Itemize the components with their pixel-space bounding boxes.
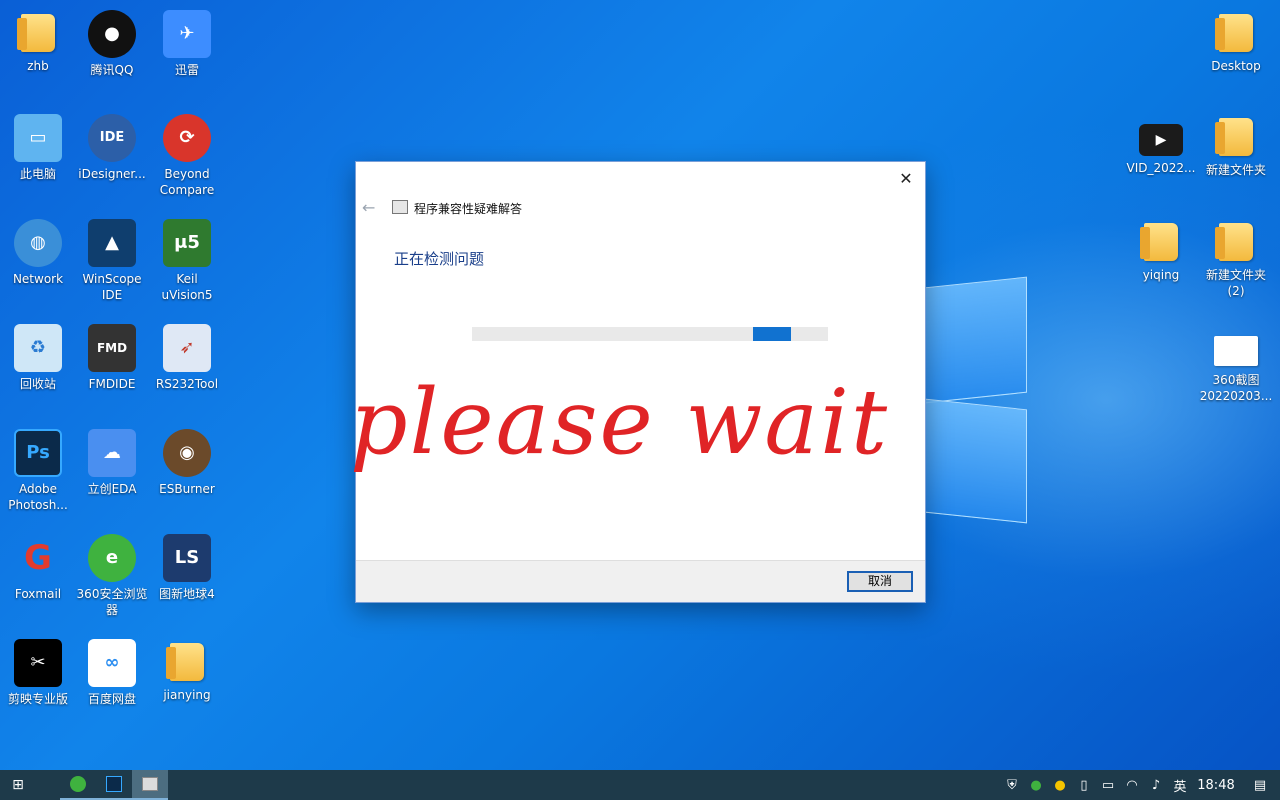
recycle-bin-icon: ♻ [14, 324, 62, 372]
clock[interactable]: 18:48 [1192, 778, 1240, 793]
browser-360-icon: e [88, 534, 136, 582]
cloud-icon: ☁ [88, 429, 136, 477]
desktop-icon-winscope[interactable]: ▲ WinScope IDE [74, 219, 150, 303]
desktop-icon-jianying[interactable]: jianying [149, 639, 225, 703]
video-icon: ▶ [1139, 124, 1183, 156]
input-language[interactable]: 英 [1168, 776, 1192, 795]
rocket-icon: ➶ [163, 324, 211, 372]
folder-icon [166, 643, 204, 681]
volume-icon[interactable]: ♪ [1144, 778, 1168, 793]
security-360-icon[interactable]: ● [1048, 778, 1072, 793]
desktop-icon-keil[interactable]: μ5 Keil uVision5 [149, 219, 225, 303]
wallpaper-pane-top [925, 276, 1027, 404]
earth-app-icon: LS [163, 534, 211, 582]
start-button[interactable]: ⊞ [0, 770, 36, 800]
baidu-pan-icon: ∞ [88, 639, 136, 687]
desktop-icon-network[interactable]: ◍ Network [0, 219, 76, 287]
foxmail-icon: G [24, 538, 52, 578]
status-heading: 正在检测问题 [394, 250, 485, 268]
beyond-compare-icon: ⟳ [163, 114, 211, 162]
dialog-title: 程序兼容性疑难解答 [414, 202, 523, 216]
browser-360-tray-icon[interactable]: ● [1024, 778, 1048, 793]
shield-icon[interactable]: ⛨ [1000, 778, 1024, 793]
taskbar-app-photoshop[interactable] [96, 770, 132, 800]
taskbar-app-troubleshooter[interactable] [132, 770, 168, 800]
computer-icon: ▭ [14, 114, 62, 162]
desktop-icon-idesigner[interactable]: IDE iDesigner... [74, 114, 150, 182]
desktop-icon-capcut[interactable]: ✂ 剪映专业版 [0, 639, 76, 707]
image-file-icon [1214, 336, 1258, 366]
desktop-icon-baidupan[interactable]: ∞ 百度网盘 [74, 639, 150, 707]
desktop-icon-desktop-folder[interactable]: Desktop [1198, 10, 1274, 74]
photoshop-icon: Ps [14, 429, 62, 477]
desktop-icon-360browser[interactable]: e 360安全浏览器 [74, 534, 150, 618]
desktop-icon-rs232tool[interactable]: ➶ RS232Tool [149, 324, 225, 392]
desktop-icon-zhb[interactable]: zhb [0, 10, 76, 74]
cancel-button[interactable]: 取消 [847, 571, 913, 592]
desktop-icon-beyond-compare[interactable]: ⟳ Beyond Compare [149, 114, 225, 198]
dialog-footer: 取消 [356, 560, 925, 602]
taskbar: ⊞ ⛨ ● ● ▯ ▭ ◠ ♪ 英 18:48 ▤ [0, 770, 1280, 800]
folder-icon [1215, 14, 1253, 52]
troubleshooter-icon [392, 200, 408, 214]
desktop-icon-lceda[interactable]: ☁ 立创EDA [74, 429, 150, 497]
battery-icon[interactable]: ▭ [1096, 778, 1120, 793]
desktop-icon-tuxin[interactable]: LS 图新地球4 [149, 534, 225, 602]
desktop-icon-qq[interactable]: ● 腾讯QQ [74, 10, 150, 78]
usb-icon[interactable]: ▯ [1072, 778, 1096, 793]
system-tray: ⛨ ● ● ▯ ▭ ◠ ♪ 英 18:48 ▤ [1000, 770, 1280, 800]
browser-360-icon [70, 776, 86, 792]
qq-penguin-icon: ● [88, 10, 136, 58]
close-button[interactable]: ✕ [895, 168, 917, 190]
desktop-icon-screenshot[interactable]: 360截图 20220203... [1198, 324, 1274, 404]
desktop-icon-yiqing[interactable]: yiqing [1123, 219, 1199, 283]
owl-icon: ◉ [163, 429, 211, 477]
desktop-icon-esburner[interactable]: ◉ ESBurner [149, 429, 225, 497]
notification-icon[interactable]: ▤ [1240, 770, 1280, 800]
progress-bar [472, 327, 828, 341]
desktop-icon-photoshop[interactable]: Ps Adobe Photosh... [0, 429, 76, 513]
winscope-icon: ▲ [88, 219, 136, 267]
photoshop-icon [106, 776, 122, 792]
folder-icon [1215, 118, 1253, 156]
desktop-icon-this-pc[interactable]: ▭ 此电脑 [0, 114, 76, 182]
taskbar-app-360browser[interactable] [60, 770, 96, 800]
desktop-icon-foxmail[interactable]: G Foxmail [0, 534, 76, 602]
desktop-icon-xunlei[interactable]: ✈ 迅雷 [149, 10, 225, 78]
wallpaper-pane-bottom [925, 398, 1027, 524]
folder-icon [1140, 223, 1178, 261]
chip-icon: FMD [88, 324, 136, 372]
idesigner-icon: IDE [88, 114, 136, 162]
capcut-icon: ✂ [14, 639, 62, 687]
desktop-icon-new-folder[interactable]: 新建文件夹 [1198, 114, 1274, 178]
wifi-icon[interactable]: ◠ [1120, 778, 1144, 793]
please-wait-overlay: please wait [350, 370, 890, 475]
progress-fill [752, 327, 791, 341]
desktop-icon-new-folder-2[interactable]: 新建文件夹 (2) [1198, 219, 1274, 299]
xunlei-bird-icon: ✈ [163, 10, 211, 58]
troubleshooter-icon [142, 777, 158, 791]
network-icon: ◍ [14, 219, 62, 267]
folder-icon [1215, 223, 1253, 261]
back-arrow-icon[interactable]: ← [362, 198, 375, 217]
desktop-icon-fmdide[interactable]: FMD FMDIDE [74, 324, 150, 392]
user-folder-icon [17, 14, 55, 52]
desktop-icon-video[interactable]: ▶ VID_2022... [1123, 114, 1199, 176]
desktop-icon-recycle-bin[interactable]: ♻ 回收站 [0, 324, 76, 392]
keil-icon: μ5 [163, 219, 211, 267]
